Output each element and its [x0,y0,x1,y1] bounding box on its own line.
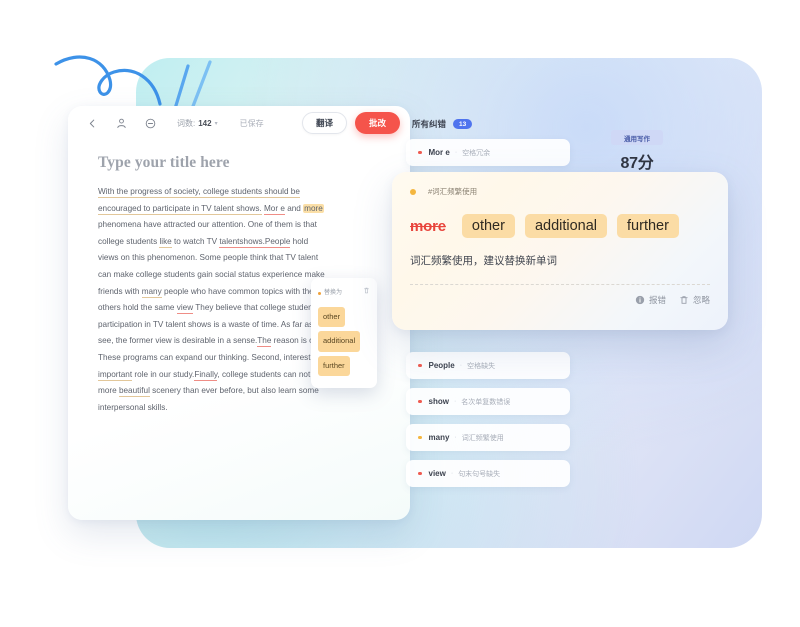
info-icon [635,295,645,305]
word-count: 词数: 142 ▾ [177,118,218,129]
error-type: 空格冗余 [462,149,491,157]
replace-option[interactable]: further [318,355,370,381]
suggestion-category-tag: #词汇频繁使用 [428,187,478,196]
replace-popup-header: 替换为 [318,285,370,302]
suggestion-options-row: more other additional further [410,214,710,238]
replace-popup[interactable]: 替换为 other additional further [311,278,377,389]
trash-icon [680,296,688,304]
error-type: 句末句号缺失 [458,470,501,478]
ignore-label: 忽略 [692,295,710,305]
suggestion-option[interactable]: further [617,214,679,238]
report-error-button[interactable]: 报错 [635,294,666,306]
separator: · [453,398,457,405]
error-type: 词汇频繁使用 [461,434,504,442]
suggestion-option[interactable]: other [461,214,515,238]
separator: · [454,149,458,156]
toolbar-actions: 翻译 批改 [301,112,400,134]
report-error-label: 报错 [648,295,666,305]
separator: · [454,434,457,441]
status-dot-icon [418,150,422,155]
suggestion-card-header: #词汇频繁使用 [410,186,710,197]
original-word: more [410,217,446,235]
score-category-tag: 通用写作 [611,130,663,145]
list-item[interactable]: Mor e · 空格冗余 [406,139,570,166]
ignore-button[interactable]: 忽略 [679,294,710,306]
status-dot-icon [418,399,422,404]
person-icon[interactable] [111,113,131,133]
divider [410,284,710,285]
replace-option[interactable]: additional [318,331,370,356]
score-box: 通用写作 87分 [601,130,673,173]
chevron-left-icon[interactable] [82,113,102,133]
replace-popup-title: 替换为 [324,290,343,296]
saved-status: 已保存 [239,118,264,128]
list-item[interactable]: view · 句末句号缺失 [406,460,570,487]
suggestion-option[interactable]: additional [524,214,608,238]
word-count-value: 142 [198,118,212,128]
suggestion-card: #词汇频繁使用 more other additional further 词汇… [392,172,728,330]
error-word: People [428,361,455,370]
error-type: 名次单复数错误 [461,398,511,406]
error-word: Mor e [428,148,450,157]
correct-button[interactable]: 批改 [354,112,400,134]
editor-window: 词数: 142 ▾ 已保存 翻译 批改 Type your title here… [68,106,410,520]
error-word: show [428,397,449,406]
separator: · [459,362,463,369]
dot-icon [318,291,321,295]
corrections-count-badge: 13 [453,119,473,129]
error-word: view [428,469,446,478]
status-dot-icon [418,471,422,476]
error-type: 空格缺失 [467,362,496,370]
corrections-header: 所有纠错 13 [406,118,706,130]
document-title-input[interactable]: Type your title here [68,140,410,172]
list-item[interactable]: People · 空格缺失 [406,352,570,379]
dot-icon [410,188,416,195]
suggestion-description: 词汇频繁使用，建议替换新单词 [410,255,557,267]
list-item[interactable]: many · 词汇频繁使用 [406,424,570,451]
document-body[interactable]: With the progress of society, college st… [68,172,410,416]
chevron-down-icon[interactable]: ▾ [215,120,218,127]
suggestion-card-actions: 报错 忽略 [410,294,710,306]
word-count-label: 词数: [177,118,196,128]
score-value: 87分 [620,155,654,172]
trash-icon[interactable] [363,285,370,302]
corrections-title: 所有纠错 [412,119,447,129]
replace-option[interactable]: other [318,306,370,332]
separator: · [450,470,454,477]
list-item[interactable]: show · 名次单复数错误 [406,388,570,415]
editor-toolbar: 词数: 142 ▾ 已保存 翻译 批改 [68,106,410,140]
app-screenshot: 词数: 142 ▾ 已保存 翻译 批改 Type your title here… [0,0,800,627]
translate-button[interactable]: 翻译 [301,112,347,134]
status-dot-icon [418,435,422,440]
status-dot-icon [418,363,422,368]
minus-circle-icon[interactable] [140,113,160,133]
error-word: many [428,433,450,442]
